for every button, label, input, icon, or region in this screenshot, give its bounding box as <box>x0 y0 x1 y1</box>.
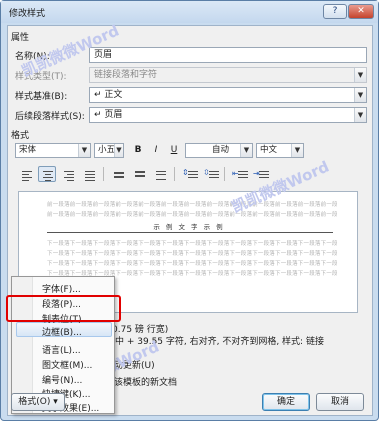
justify-button[interactable] <box>80 166 98 182</box>
menu-item-border[interactable]: 边框(B)... <box>42 325 82 338</box>
font-size-value: 小五 <box>98 145 116 155</box>
toolbar-separator <box>103 167 104 181</box>
next-style-label: 后续段落样式(S): <box>15 112 85 122</box>
align-right-button[interactable] <box>59 166 77 182</box>
menu-item-numbering[interactable]: 编号(N)... <box>42 373 82 386</box>
double-spacing-button[interactable] <box>151 166 169 182</box>
bold-button[interactable]: B <box>130 143 146 158</box>
next-style-value: 页眉 <box>104 110 123 120</box>
decrease-paragraph-spacing-icon[interactable]: ⇳ <box>201 166 219 182</box>
paragraph-mark-icon: ↵ <box>94 90 102 100</box>
toolbar-separator <box>174 167 175 181</box>
font-size-select[interactable]: 小五 ▼ <box>94 143 124 158</box>
preview-sample-text: 示 例 文 字 示 例 <box>153 223 225 231</box>
style-type-value: 链接段落和字符 <box>94 70 158 80</box>
increase-indent-icon[interactable]: ⇥ <box>251 166 269 182</box>
style-based-on-value: 正文 <box>104 90 123 100</box>
chevron-down-icon[interactable]: ▼ <box>240 144 252 157</box>
chevron-down-icon[interactable]: ▼ <box>291 144 303 157</box>
properties-section-label: 属性 <box>11 33 30 43</box>
preview-next-paragraph: 下一段落下一段落下一段落下一段落下一段落下一段落下一段落下一段落下一段落下一段落… <box>47 251 337 257</box>
title-bar: 修改样式 ? ✕ <box>1 1 378 23</box>
font-select[interactable]: 宋体 ▼ <box>15 143 91 158</box>
font-color-value: 自动 <box>211 145 229 155</box>
language-value: 中文 <box>260 145 278 155</box>
menu-item-frame[interactable]: 图文框(M)... <box>42 358 92 371</box>
dialog-title: 修改样式 <box>9 9 46 19</box>
style-based-on-label: 样式基准(B): <box>15 92 68 102</box>
next-style-select[interactable]: ↵ 页眉 ▼ <box>89 107 367 123</box>
chevron-down-icon[interactable]: ▼ <box>114 144 123 157</box>
language-select[interactable]: 中文 ▼ <box>256 143 304 158</box>
highlight-annotation-box <box>6 295 121 322</box>
decrease-indent-icon[interactable]: ⇤ <box>230 166 248 182</box>
preview-next-paragraph: 下一段落下一段落下一段落下一段落下一段落下一段落下一段落下一段落下一段落下一段落… <box>47 241 337 247</box>
italic-button[interactable]: I <box>148 143 164 158</box>
menu-item-font[interactable]: 字体(F)... <box>42 282 81 295</box>
single-spacing-button[interactable] <box>109 166 127 182</box>
dialog-body: 属性 名称(N): 页眉 样式类型(T): 链接段落和字符 ▼ 样式基准(B):… <box>7 21 373 416</box>
line-spacing-1-5-button[interactable] <box>130 166 148 182</box>
toolbar-separator <box>224 167 225 181</box>
style-based-on-select[interactable]: ↵ 正文 ▼ <box>89 87 367 103</box>
chevron-down-icon[interactable]: ▼ <box>354 88 366 102</box>
chevron-down-icon[interactable]: ▼ <box>78 144 90 157</box>
cancel-button[interactable]: 取消 <box>316 393 364 411</box>
font-value: 宋体 <box>19 145 37 155</box>
font-color-select[interactable]: 自动 ▼ <box>185 143 253 158</box>
preview-previous-paragraph: 前一段落前一段落前一段落前一段落前一段落前一段落前一段落前一段落前一段落前一段落… <box>47 202 337 208</box>
name-input[interactable]: 页眉 <box>89 47 367 63</box>
close-button[interactable]: ✕ <box>348 4 374 19</box>
ok-button[interactable]: 确定 <box>262 393 310 411</box>
format-section-label: 格式 <box>11 131 30 141</box>
chevron-down-icon: ▼ <box>354 68 366 82</box>
new-documents-option-label[interactable]: 该模板的新文档 <box>114 375 177 388</box>
increase-paragraph-spacing-icon[interactable]: ⇕ <box>180 166 198 182</box>
preview-border-line <box>47 232 333 233</box>
paragraph-mark-icon: ↵ <box>94 110 102 120</box>
style-type-select: 链接段落和字符 ▼ <box>89 67 367 83</box>
align-center-button[interactable] <box>38 166 56 182</box>
chevron-down-icon[interactable]: ▼ <box>354 108 366 122</box>
format-menu-button[interactable]: 格式(O) ▾ <box>11 393 65 411</box>
modify-style-dialog: 修改样式 ? ✕ 属性 名称(N): 页眉 样式类型(T): 链接段落和字符 ▼… <box>0 0 379 421</box>
help-button[interactable]: ? <box>323 4 347 19</box>
preview-next-paragraph: 下一段落下一段落下一段落下一段落下一段落下一段落下一段落下一段落下一段落下一段落… <box>47 261 337 267</box>
underline-button[interactable]: U <box>166 143 182 158</box>
menu-item-language[interactable]: 语言(L)... <box>42 343 81 356</box>
align-left-button[interactable] <box>17 166 35 182</box>
preview-previous-paragraph: 前一段落前一段落前一段落前一段落前一段落前一段落前一段落前一段落前一段落前一段落… <box>47 212 337 218</box>
